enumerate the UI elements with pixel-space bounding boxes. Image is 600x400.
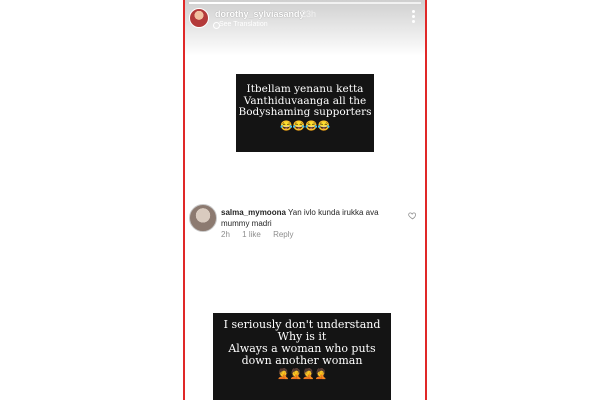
story-header: dorothy_sylviasandy 23h See Translation <box>185 0 425 56</box>
caption-line: Bodyshaming supporters <box>238 106 372 119</box>
story-progress-bar <box>189 2 421 4</box>
comment-avatar[interactable] <box>189 204 217 232</box>
caption-line: down another woman <box>241 354 363 368</box>
avatar[interactable] <box>189 8 209 28</box>
see-translation-link[interactable]: See Translation <box>219 21 268 28</box>
comment-age: 2h <box>221 230 230 239</box>
story-progress-fill <box>189 2 271 4</box>
comment-meta: 2h 1 like Reply <box>221 230 304 239</box>
comment-card: salma_mymoona Yan ivlo kunda irukka ava … <box>189 202 421 242</box>
comment-username[interactable]: salma_mymoona <box>221 208 286 217</box>
story-timestamp: 23h <box>301 9 317 19</box>
reply-button[interactable]: Reply <box>273 230 293 239</box>
comment-body: salma_mymoona Yan ivlo kunda irukka ava … <box>221 207 401 229</box>
story-caption-bottom: I seriously don't understand Why is it A… <box>213 313 391 400</box>
heart-outline-icon[interactable] <box>408 211 417 220</box>
facepalm-emoji-row: 🤦🤦🤦🤦 <box>277 369 327 381</box>
story-frame: dorothy_sylviasandy 23h See Translation … <box>183 0 427 400</box>
more-vertical-icon[interactable] <box>412 10 415 25</box>
story-caption-top: Itbellam yenanu ketta Vanthiduvaanga all… <box>236 74 374 152</box>
laughing-emoji-row: 😂😂😂😂 <box>280 120 330 132</box>
story-username[interactable]: dorothy_sylviasandy <box>215 9 305 19</box>
caption-line: Itbellam yenanu ketta <box>246 83 364 95</box>
comment-likes[interactable]: 1 like <box>242 230 261 239</box>
